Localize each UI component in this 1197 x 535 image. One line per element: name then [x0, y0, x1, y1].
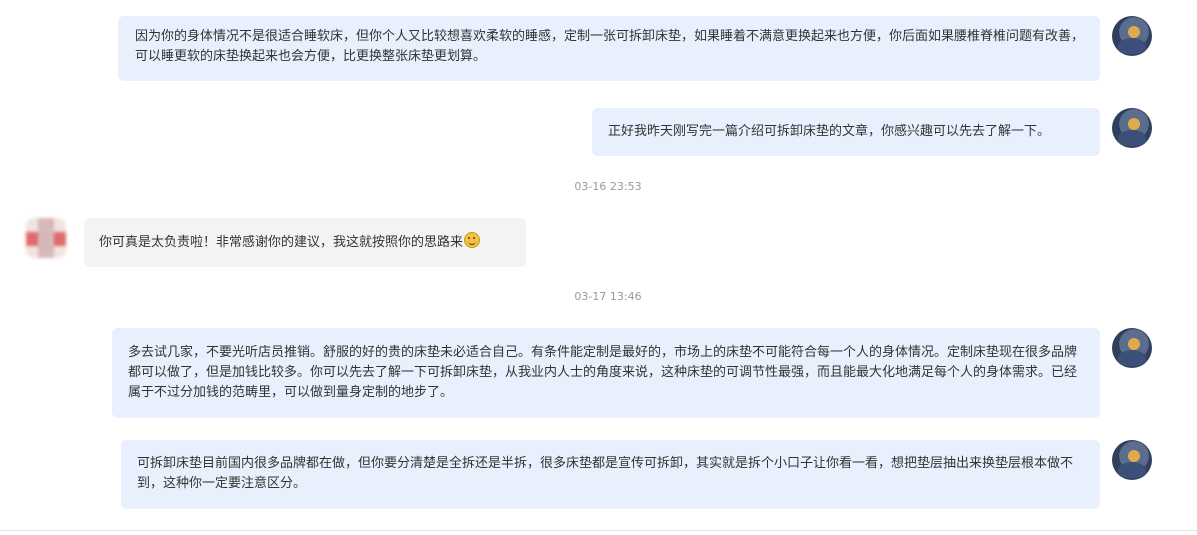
message-timestamp: 03-17 13:46 [574, 290, 642, 303]
user-avatar[interactable] [1112, 16, 1152, 56]
smiling-face-emoji-icon [464, 232, 481, 248]
contact-avatar[interactable] [26, 218, 66, 258]
message-bubble-incoming[interactable]: 你可真是太负责啦！非常感谢你的建议，我这就按照你的思路来 [84, 218, 526, 267]
message-text: 你可真是太负责啦！非常感谢你的建议，我这就按照你的思路来 [99, 235, 464, 250]
message-text: 因为你的身体情况不是很适合睡软床，但你个人又比较想喜欢柔软的睡感，定制一张可拆卸… [135, 29, 1085, 64]
message-timestamp: 03-16 23:53 [574, 180, 642, 193]
user-avatar[interactable] [1112, 328, 1152, 368]
message-bubble-outgoing[interactable]: 可拆卸床垫目前国内很多品牌都在做，但你要分清楚是全拆还是半拆，很多床垫都是宣传可… [121, 440, 1100, 509]
message-text: 正好我昨天刚写完一篇介绍可拆卸床垫的文章，你感兴趣可以先去了解一下。 [608, 124, 1051, 139]
message-bubble-outgoing[interactable]: 多去试几家，不要光听店员推销。舒服的好的贵的床垫未必适合自己。有条件能定制是最好… [112, 328, 1100, 418]
message-bubble-outgoing[interactable]: 正好我昨天刚写完一篇介绍可拆卸床垫的文章，你感兴趣可以先去了解一下。 [592, 108, 1100, 156]
message-text: 多去试几家，不要光听店员推销。舒服的好的贵的床垫未必适合自己。有条件能定制是最好… [128, 345, 1078, 400]
message-text: 可拆卸床垫目前国内很多品牌都在做，但你要分清楚是全拆还是半拆，很多床垫都是宣传可… [137, 456, 1074, 491]
user-avatar[interactable] [1112, 108, 1152, 148]
divider [0, 530, 1197, 531]
message-bubble-outgoing[interactable]: 因为你的身体情况不是很适合睡软床，但你个人又比较想喜欢柔软的睡感，定制一张可拆卸… [118, 16, 1100, 81]
user-avatar[interactable] [1112, 440, 1152, 480]
